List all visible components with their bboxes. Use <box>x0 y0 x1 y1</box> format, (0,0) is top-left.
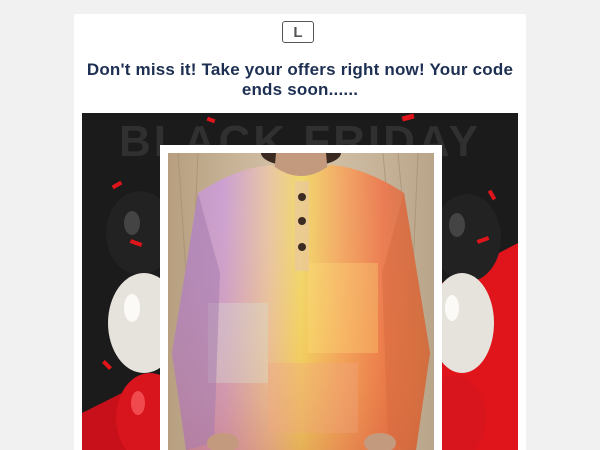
black-balloon-right <box>433 194 501 282</box>
brand-logo[interactable]: L <box>282 21 314 43</box>
sweater-image <box>168 153 434 450</box>
black-friday-banner[interactable]: BLACK FRIDAY <box>82 113 518 450</box>
email-card: L Don't miss it! Take your offers right … <box>74 14 526 450</box>
logo-letter: L <box>293 23 303 41</box>
product-photo-frame <box>160 145 442 450</box>
sweater-photo[interactable] <box>168 153 434 450</box>
headline: Don't miss it! Take your offers right no… <box>86 60 514 99</box>
